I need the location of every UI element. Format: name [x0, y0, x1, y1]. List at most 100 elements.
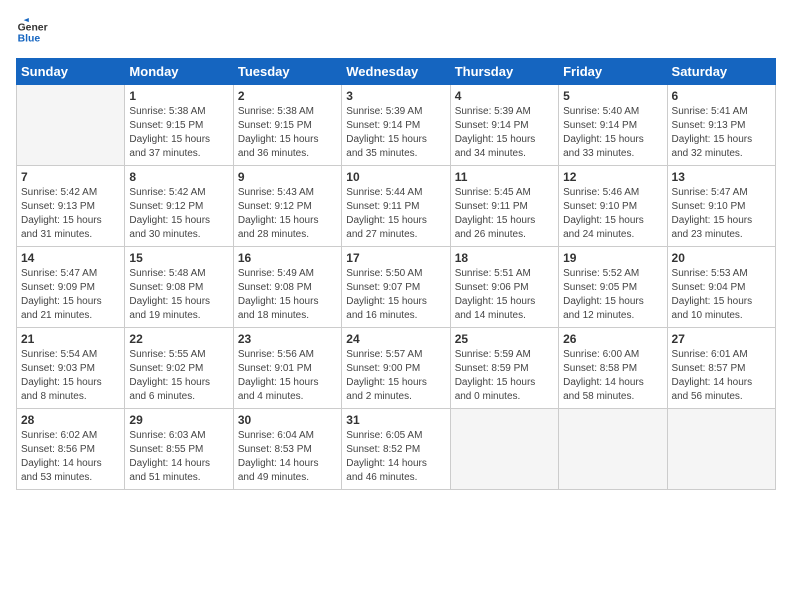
day-info: Sunrise: 5:42 AM Sunset: 9:13 PM Dayligh…	[21, 186, 120, 242]
day-info: Sunrise: 6:00 AM Sunset: 8:58 PM Dayligh…	[563, 348, 662, 404]
calendar-cell: 9 Sunrise: 5:43 AM Sunset: 9:12 PM Daylig…	[233, 166, 341, 247]
day-info: Sunrise: 5:53 AM Sunset: 9:04 PM Dayligh…	[672, 267, 771, 323]
calendar-cell: 18 Sunrise: 5:51 AM Sunset: 9:06 PM Dayli…	[450, 247, 558, 328]
day-number: 30	[238, 413, 337, 427]
day-number: 9	[238, 170, 337, 184]
day-info: Sunrise: 5:42 AM Sunset: 9:12 PM Dayligh…	[129, 186, 228, 242]
calendar-cell: 24 Sunrise: 5:57 AM Sunset: 9:00 PM Dayli…	[342, 328, 450, 409]
day-info: Sunrise: 5:38 AM Sunset: 9:15 PM Dayligh…	[238, 105, 337, 161]
calendar-cell: 8 Sunrise: 5:42 AM Sunset: 9:12 PM Daylig…	[125, 166, 233, 247]
day-number: 20	[672, 251, 771, 265]
column-header-wednesday: Wednesday	[342, 59, 450, 85]
calendar-cell: 12 Sunrise: 5:46 AM Sunset: 9:10 PM Dayli…	[559, 166, 667, 247]
calendar-cell	[450, 409, 558, 490]
calendar-cell: 6Sunrise: 5:41 AM Sunset: 9:13 PM Daylig…	[667, 85, 775, 166]
calendar-cell: 7 Sunrise: 5:42 AM Sunset: 9:13 PM Daylig…	[17, 166, 125, 247]
calendar-cell: 17Sunrise: 5:50 AM Sunset: 9:07 PM Dayli…	[342, 247, 450, 328]
day-number: 11	[455, 170, 554, 184]
calendar-cell: 4 Sunrise: 5:39 AM Sunset: 9:14 PM Daylig…	[450, 85, 558, 166]
day-number: 23	[238, 332, 337, 346]
day-number: 14	[21, 251, 120, 265]
calendar-cell: 5Sunrise: 5:40 AM Sunset: 9:14 PM Daylig…	[559, 85, 667, 166]
day-info: Sunrise: 5:55 AM Sunset: 9:02 PM Dayligh…	[129, 348, 228, 404]
day-info: Sunrise: 5:57 AM Sunset: 9:00 PM Dayligh…	[346, 348, 445, 404]
day-number: 7	[21, 170, 120, 184]
calendar-cell	[667, 409, 775, 490]
calendar-cell: 28 Sunrise: 6:02 AM Sunset: 8:56 PM Dayli…	[17, 409, 125, 490]
day-info: Sunrise: 5:44 AM Sunset: 9:11 PM Dayligh…	[346, 186, 445, 242]
calendar-cell: 26 Sunrise: 6:00 AM Sunset: 8:58 PM Dayli…	[559, 328, 667, 409]
day-info: Sunrise: 5:38 AM Sunset: 9:15 PM Dayligh…	[129, 105, 228, 161]
calendar-cell: 21 Sunrise: 5:54 AM Sunset: 9:03 PM Dayli…	[17, 328, 125, 409]
calendar-cell: 16 Sunrise: 5:49 AM Sunset: 9:08 PM Dayli…	[233, 247, 341, 328]
day-number: 1	[129, 89, 228, 103]
column-header-thursday: Thursday	[450, 59, 558, 85]
day-info: Sunrise: 6:05 AM Sunset: 8:52 PM Dayligh…	[346, 429, 445, 485]
calendar-week-4: 21 Sunrise: 5:54 AM Sunset: 9:03 PM Dayli…	[17, 328, 776, 409]
calendar-cell: 11 Sunrise: 5:45 AM Sunset: 9:11 PM Dayli…	[450, 166, 558, 247]
day-number: 2	[238, 89, 337, 103]
day-info: Sunrise: 6:03 AM Sunset: 8:55 PM Dayligh…	[129, 429, 228, 485]
day-info: Sunrise: 5:52 AM Sunset: 9:05 PM Dayligh…	[563, 267, 662, 323]
day-info: Sunrise: 5:48 AM Sunset: 9:08 PM Dayligh…	[129, 267, 228, 323]
day-number: 29	[129, 413, 228, 427]
day-number: 10	[346, 170, 445, 184]
calendar-cell: 30Sunrise: 6:04 AM Sunset: 8:53 PM Dayli…	[233, 409, 341, 490]
day-number: 19	[563, 251, 662, 265]
day-number: 15	[129, 251, 228, 265]
calendar-cell: 1 Sunrise: 5:38 AM Sunset: 9:15 PM Daylig…	[125, 85, 233, 166]
calendar-week-3: 14 Sunrise: 5:47 AM Sunset: 9:09 PM Dayli…	[17, 247, 776, 328]
day-number: 26	[563, 332, 662, 346]
page-header: General Blue	[16, 16, 776, 48]
calendar-week-5: 28 Sunrise: 6:02 AM Sunset: 8:56 PM Dayli…	[17, 409, 776, 490]
day-info: Sunrise: 5:51 AM Sunset: 9:06 PM Dayligh…	[455, 267, 554, 323]
day-info: Sunrise: 5:47 AM Sunset: 9:09 PM Dayligh…	[21, 267, 120, 323]
day-info: Sunrise: 5:54 AM Sunset: 9:03 PM Dayligh…	[21, 348, 120, 404]
day-number: 21	[21, 332, 120, 346]
day-info: Sunrise: 5:43 AM Sunset: 9:12 PM Dayligh…	[238, 186, 337, 242]
day-number: 12	[563, 170, 662, 184]
column-header-monday: Monday	[125, 59, 233, 85]
calendar-cell: 2 Sunrise: 5:38 AM Sunset: 9:15 PM Daylig…	[233, 85, 341, 166]
day-info: Sunrise: 5:49 AM Sunset: 9:08 PM Dayligh…	[238, 267, 337, 323]
calendar-cell: 15 Sunrise: 5:48 AM Sunset: 9:08 PM Dayli…	[125, 247, 233, 328]
day-info: Sunrise: 5:46 AM Sunset: 9:10 PM Dayligh…	[563, 186, 662, 242]
logo-icon: General Blue	[16, 16, 48, 48]
svg-text:General: General	[18, 22, 48, 33]
calendar-header-row: SundayMondayTuesdayWednesdayThursdayFrid…	[17, 59, 776, 85]
calendar-week-2: 7 Sunrise: 5:42 AM Sunset: 9:13 PM Daylig…	[17, 166, 776, 247]
day-number: 25	[455, 332, 554, 346]
calendar-cell: 10 Sunrise: 5:44 AM Sunset: 9:11 PM Dayli…	[342, 166, 450, 247]
calendar-cell	[559, 409, 667, 490]
day-number: 24	[346, 332, 445, 346]
day-number: 27	[672, 332, 771, 346]
day-info: Sunrise: 5:45 AM Sunset: 9:11 PM Dayligh…	[455, 186, 554, 242]
column-header-sunday: Sunday	[17, 59, 125, 85]
day-number: 13	[672, 170, 771, 184]
calendar-week-1: 1 Sunrise: 5:38 AM Sunset: 9:15 PM Daylig…	[17, 85, 776, 166]
day-number: 28	[21, 413, 120, 427]
day-number: 4	[455, 89, 554, 103]
day-number: 18	[455, 251, 554, 265]
day-number: 3	[346, 89, 445, 103]
calendar-cell: 29 Sunrise: 6:03 AM Sunset: 8:55 PM Dayli…	[125, 409, 233, 490]
calendar-cell: 19 Sunrise: 5:52 AM Sunset: 9:05 PM Dayli…	[559, 247, 667, 328]
day-info: Sunrise: 5:41 AM Sunset: 9:13 PM Dayligh…	[672, 105, 771, 161]
day-info: Sunrise: 6:02 AM Sunset: 8:56 PM Dayligh…	[21, 429, 120, 485]
day-number: 16	[238, 251, 337, 265]
day-info: Sunrise: 5:59 AM Sunset: 8:59 PM Dayligh…	[455, 348, 554, 404]
day-number: 22	[129, 332, 228, 346]
column-header-friday: Friday	[559, 59, 667, 85]
day-number: 31	[346, 413, 445, 427]
day-info: Sunrise: 5:39 AM Sunset: 9:14 PM Dayligh…	[455, 105, 554, 161]
logo: General Blue	[16, 16, 52, 48]
day-number: 8	[129, 170, 228, 184]
calendar-cell	[17, 85, 125, 166]
calendar-cell: 3Sunrise: 5:39 AM Sunset: 9:14 PM Daylig…	[342, 85, 450, 166]
day-number: 17	[346, 251, 445, 265]
calendar-cell: 31 Sunrise: 6:05 AM Sunset: 8:52 PM Dayli…	[342, 409, 450, 490]
calendar-cell: 14 Sunrise: 5:47 AM Sunset: 9:09 PM Dayli…	[17, 247, 125, 328]
calendar-cell: 20 Sunrise: 5:53 AM Sunset: 9:04 PM Dayli…	[667, 247, 775, 328]
svg-text:Blue: Blue	[18, 34, 41, 45]
calendar-cell: 22 Sunrise: 5:55 AM Sunset: 9:02 PM Dayli…	[125, 328, 233, 409]
